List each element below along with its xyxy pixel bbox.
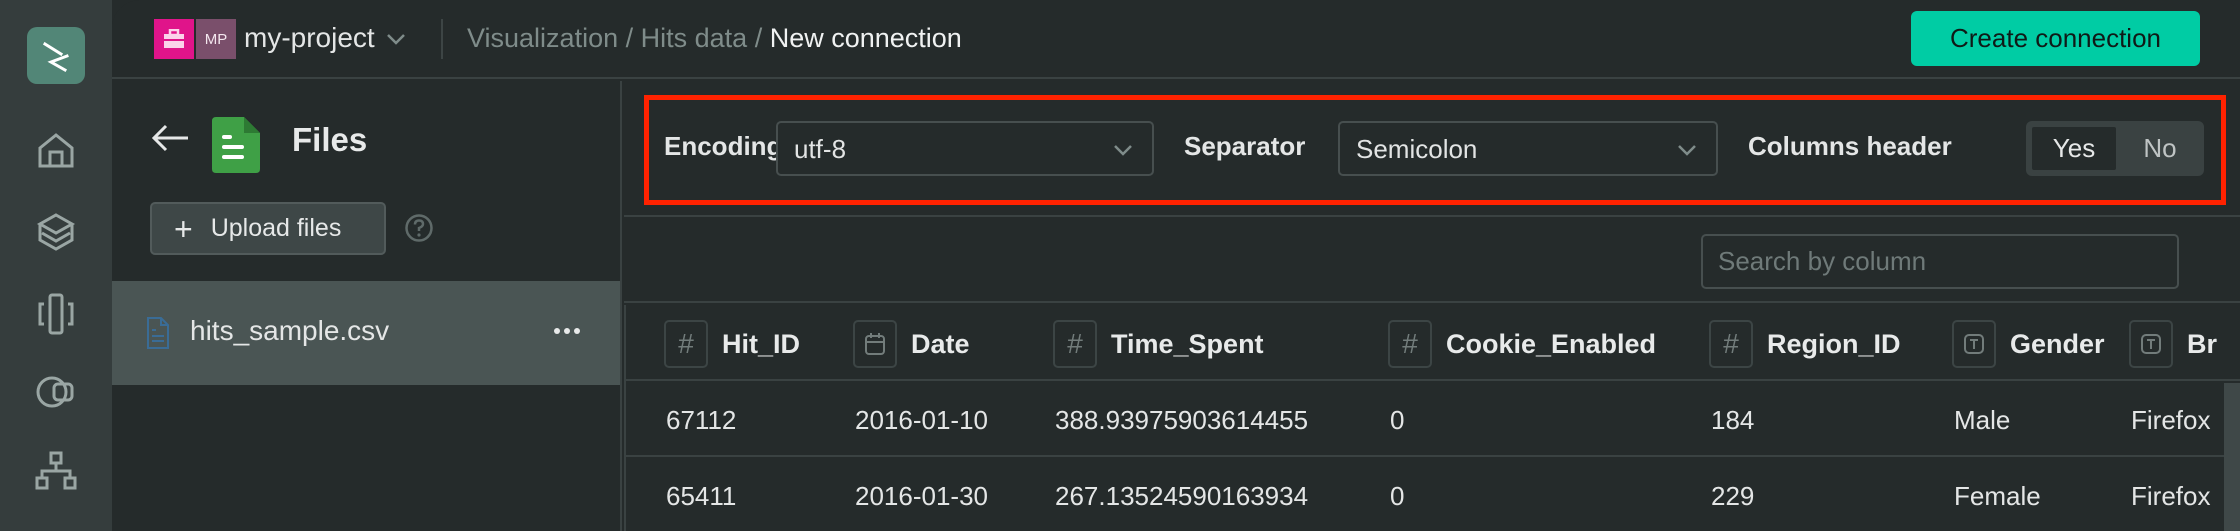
column-header[interactable]: Br — [2129, 320, 2217, 368]
columns-header-label: Columns header — [1748, 131, 1952, 161]
calendar-type-icon — [853, 320, 897, 368]
hierarchy-icon — [35, 451, 77, 490]
separator-label: Separator — [1184, 131, 1306, 161]
rail-layers[interactable] — [34, 210, 78, 254]
table-row: 65411 2016-01-30 267.13524590163934 0 22… — [624, 457, 2240, 531]
breadcrumb-separator: / — [618, 23, 641, 53]
table-cell: 267.13524590163934 — [1055, 481, 1309, 511]
table-cell: 0 — [1390, 481, 1405, 511]
chevron-down-icon[interactable] — [385, 28, 407, 50]
separator-select[interactable]: Semicolon — [1338, 121, 1718, 176]
app-logo[interactable] — [27, 27, 85, 84]
chevron-down-icon — [1678, 145, 1696, 156]
number-type-icon: # — [1053, 320, 1097, 368]
column-name: Hit_ID — [722, 328, 801, 359]
table-cell: Female — [1954, 481, 2041, 511]
project-avatar[interactable]: MP — [196, 19, 236, 59]
table-cell: 2016-01-10 — [855, 405, 988, 435]
table-cell: Male — [1954, 405, 2011, 435]
column-name: Cookie_Enabled — [1446, 328, 1657, 359]
top-bar: MP my-project Visualization / Hits data … — [112, 0, 2240, 79]
table-cell: 388.93975903614455 — [1055, 405, 1309, 435]
table-cell: 67112 — [666, 405, 737, 435]
rail-home[interactable] — [34, 128, 78, 172]
number-type-icon: # — [1709, 320, 1753, 368]
table-row: 67112 2016-01-10 388.93975903614455 0 18… — [624, 381, 2240, 457]
table-cell: Firefox — [2131, 405, 2211, 435]
table-cell: 65411 — [666, 481, 737, 511]
column-name: Br — [2187, 328, 2218, 359]
more-options-icon[interactable] — [550, 319, 584, 343]
file-list-item[interactable]: hits_sample.csv — [112, 281, 620, 385]
topbar-divider — [441, 19, 443, 59]
app-root: MP my-project Visualization / Hits data … — [0, 0, 2240, 531]
home-icon — [38, 133, 74, 168]
column-name: Region_ID — [1767, 328, 1901, 359]
layers-icon — [36, 213, 76, 251]
project-selector[interactable]: my-project — [244, 20, 375, 56]
separator-value: Semicolon — [1356, 134, 1478, 164]
table-cell: 229 — [1711, 481, 1755, 511]
files-panel: Files + Upload files hits_sample.csv — [112, 81, 622, 531]
file-name: hits_sample.csv — [190, 315, 390, 346]
table-cell: 2016-01-30 — [855, 481, 988, 511]
toggle-icon — [36, 376, 74, 408]
chevron-down-icon — [1114, 145, 1132, 156]
encoding-value: utf-8 — [794, 134, 847, 164]
column-header[interactable]: # Cookie_Enabled — [1388, 320, 1656, 368]
data-preview-table: # Hit_ID Date # Time_Spent # Cookie_Enab… — [624, 305, 2240, 531]
breadcrumb: Visualization / Hits data / New connecti… — [467, 20, 962, 56]
column-name: Gender — [2010, 328, 2105, 359]
columns-header-yes[interactable]: Yes — [2032, 127, 2116, 170]
encoding-select[interactable]: utf-8 — [776, 121, 1154, 176]
rail-toggle[interactable] — [34, 370, 78, 414]
rail-hierarchy[interactable] — [34, 450, 78, 494]
table-cell: 0 — [1390, 405, 1405, 435]
logo-icon — [42, 41, 69, 72]
create-connection-button[interactable]: Create connection — [1911, 11, 2200, 66]
upload-files-label: Upload files — [210, 214, 342, 242]
table-cell: Firefox — [2131, 481, 2211, 511]
preview-content: Encoding utf-8 Separator Semicolon Colum… — [624, 81, 2240, 531]
table-scrollbar[interactable] — [2224, 383, 2240, 531]
workspace-badge[interactable] — [154, 19, 194, 59]
main-frame: MP my-project Visualization / Hits data … — [112, 0, 2240, 531]
left-rail — [0, 0, 112, 531]
number-type-icon: # — [664, 320, 708, 368]
rail-columns[interactable] — [34, 292, 78, 336]
back-arrow-icon[interactable] — [150, 123, 190, 153]
breadcrumb-item[interactable]: Visualization — [467, 23, 618, 53]
column-header[interactable]: # Hit_ID — [664, 320, 800, 368]
help-icon[interactable] — [404, 213, 434, 243]
files-title: Files — [292, 121, 368, 158]
plus-icon: + — [174, 210, 193, 247]
encoding-label: Encoding — [664, 131, 783, 161]
table-header: # Hit_ID Date # Time_Spent # Cookie_Enab… — [624, 305, 2240, 381]
column-name: Time_Spent — [1111, 328, 1264, 359]
table-cell: 184 — [1711, 405, 1755, 435]
column-header[interactable]: Date — [853, 320, 970, 368]
columns-icon — [38, 293, 74, 335]
column-header[interactable]: # Region_ID — [1709, 320, 1901, 368]
column-name: Date — [911, 328, 970, 359]
file-icon — [147, 317, 169, 349]
number-type-icon: # — [1388, 320, 1432, 368]
column-header[interactable]: # Time_Spent — [1053, 320, 1264, 368]
text-type-icon — [2129, 320, 2173, 368]
breadcrumb-separator: / — [747, 23, 770, 53]
search-row — [624, 219, 2240, 303]
google-sheet-file-icon — [212, 117, 260, 173]
breadcrumb-item[interactable]: Hits data — [641, 23, 748, 53]
briefcase-icon — [164, 29, 184, 48]
columns-header-toggle: Yes No — [2026, 121, 2204, 176]
columns-header-no[interactable]: No — [2122, 127, 2198, 170]
text-type-icon — [1952, 320, 1996, 368]
import-options-bar: Encoding utf-8 Separator Semicolon Colum… — [624, 81, 2240, 217]
breadcrumb-current: New connection — [769, 23, 962, 53]
search-by-column-input[interactable] — [1701, 234, 2179, 289]
column-header[interactable]: Gender — [1952, 320, 2105, 368]
upload-files-button[interactable]: + Upload files — [150, 202, 386, 255]
